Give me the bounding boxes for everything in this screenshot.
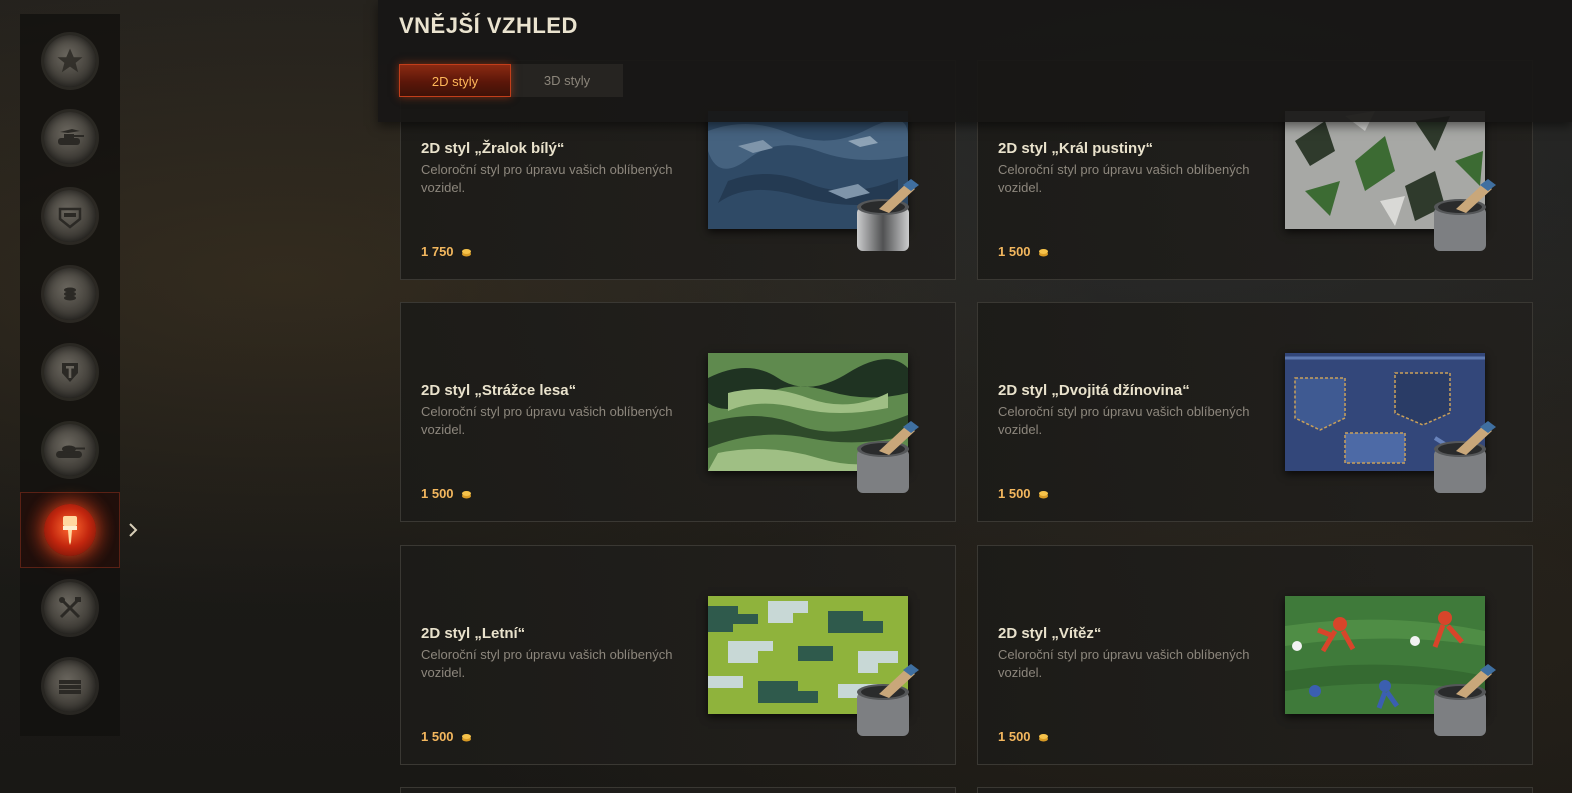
price-value: 1 500 (998, 486, 1031, 501)
style-card-partial[interactable] (977, 787, 1533, 793)
style-tabs: 2D styly 3D styly (399, 64, 623, 97)
tab-3d-styles[interactable]: 3D styly (511, 64, 623, 97)
tank-plane-icon (44, 112, 96, 164)
gold-coin-icon (1039, 249, 1049, 257)
card-title: 2D styl „Žralok bílý“ (421, 140, 565, 157)
card-title: 2D styl „Král pustiny“ (998, 140, 1154, 157)
card-description: Celoroční styl pro úpravu vašich oblíben… (421, 647, 673, 680)
price-value: 1 500 (998, 729, 1031, 744)
style-card[interactable]: 2D styl „Dvojitá džínovina“ Celoroční st… (977, 302, 1533, 522)
card-description: Celoroční styl pro úpravu vašich oblíben… (421, 162, 673, 195)
paint-bucket-icon (1434, 179, 1496, 251)
price-value: 1 750 (421, 244, 454, 259)
paint-bucket-icon (857, 664, 919, 736)
style-card[interactable]: 2D styl „Strážce lesa“ Celoroční styl pr… (400, 302, 956, 522)
coins-wreath-icon (44, 268, 96, 320)
star-icon (44, 35, 96, 87)
card-price: 1 500 (421, 486, 472, 501)
sidebar-item-premium[interactable] (20, 23, 120, 99)
paintbrush-icon (44, 504, 96, 556)
tab-2d-styles[interactable]: 2D styly (399, 64, 511, 97)
styles-grid: 2D styl „Žralok bílý“ Celoroční styl pro… (400, 60, 1533, 793)
card-description: Celoroční styl pro úpravu vašich oblíben… (421, 404, 673, 437)
tank-emblem-icon (44, 190, 96, 242)
gold-coin-icon (462, 491, 472, 499)
sidebar-item-wot[interactable] (20, 334, 120, 410)
price-value: 1 500 (998, 244, 1031, 259)
tank-icon (44, 424, 96, 476)
page-header: VNĚJŠÍ VZHLED 2D styly 3D styly (378, 0, 1572, 122)
card-title: 2D styl „Dvojitá džínovina“ (998, 382, 1190, 399)
sidebar-item-customization[interactable] (20, 492, 120, 568)
card-price: 1 500 (998, 486, 1049, 501)
price-value: 1 500 (421, 729, 454, 744)
sidebar-item-credits[interactable] (20, 648, 120, 724)
card-title: 2D styl „Strážce lesa“ (421, 382, 577, 399)
paint-bucket-icon (1434, 664, 1496, 736)
card-title: 2D styl „Letní“ (421, 625, 526, 642)
gold-coin-icon (1039, 734, 1049, 742)
paint-bucket-icon (857, 179, 919, 251)
money-stack-icon (44, 660, 96, 712)
card-description: Celoroční styl pro úpravu vašich oblíben… (998, 162, 1250, 195)
style-card[interactable]: 2D styl „Vítěz“ Celoroční styl pro úprav… (977, 545, 1533, 765)
paint-bucket-icon (1434, 421, 1496, 493)
card-price: 1 750 (421, 244, 472, 259)
chevron-right-icon (129, 523, 138, 537)
sidebar-item-gold[interactable] (20, 256, 120, 332)
gold-coin-icon (462, 734, 472, 742)
tools-icon (44, 582, 96, 634)
gold-coin-icon (462, 249, 472, 257)
card-description: Celoroční styl pro úpravu vašich oblíben… (998, 647, 1250, 680)
wot-shield-wreath-icon (44, 346, 96, 398)
sidebar-item-tanks[interactable] (20, 412, 120, 488)
sidebar-item-vehicles[interactable] (20, 100, 120, 176)
page-title: VNĚJŠÍ VZHLED (399, 13, 578, 38)
card-price: 1 500 (421, 729, 472, 744)
gold-coin-icon (1039, 491, 1049, 499)
card-description: Celoroční styl pro úpravu vašich oblíben… (998, 404, 1250, 437)
card-price: 1 500 (998, 729, 1049, 744)
card-title: 2D styl „Vítěz“ (998, 625, 1102, 642)
paint-bucket-icon (857, 421, 919, 493)
category-sidebar (20, 14, 120, 736)
sidebar-item-equipment[interactable] (20, 570, 120, 646)
sidebar-item-clans[interactable] (20, 178, 120, 254)
style-card-partial[interactable] (400, 787, 956, 793)
price-value: 1 500 (421, 486, 454, 501)
style-card[interactable]: 2D styl „Letní“ Celoroční styl pro úprav… (400, 545, 956, 765)
card-price: 1 500 (998, 244, 1049, 259)
